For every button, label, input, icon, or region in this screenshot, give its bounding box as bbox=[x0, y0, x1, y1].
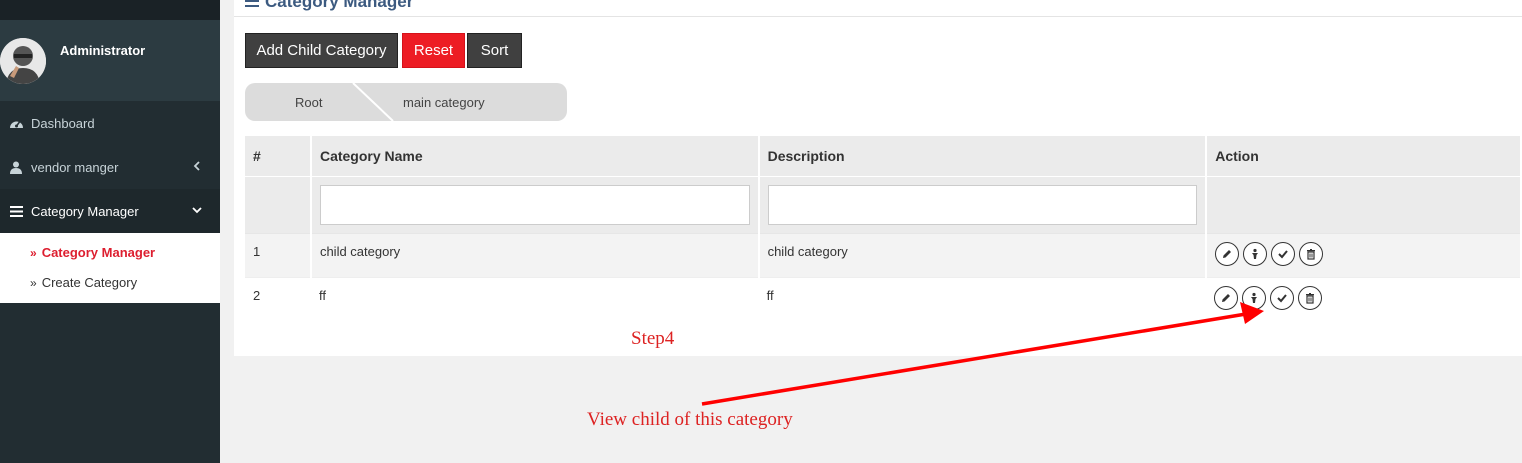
avatar bbox=[0, 38, 46, 84]
reset-button[interactable]: Reset bbox=[402, 33, 465, 68]
category-name-cell: child category bbox=[310, 232, 760, 277]
row-number: 2 bbox=[245, 276, 311, 321]
column-header: # bbox=[245, 136, 312, 176]
edit-icon[interactable] bbox=[1214, 285, 1239, 310]
user-panel: Administrator bbox=[0, 20, 220, 101]
submenu-item-label: Category Manager bbox=[41, 245, 156, 260]
submenu-item-create-category[interactable]: » Create Category bbox=[30, 275, 137, 290]
description-filter-input[interactable] bbox=[767, 184, 1198, 225]
step-annotation: Step4 bbox=[631, 328, 675, 349]
edit-icon[interactable] bbox=[1215, 241, 1240, 266]
sidebar-item-dashboard[interactable]: Dashboard bbox=[0, 101, 220, 145]
column-header[interactable]: Description bbox=[758, 136, 1208, 176]
user-name: Administrator bbox=[60, 43, 146, 58]
table-row: 1 child category child category bbox=[245, 232, 1522, 277]
sidebar: Administrator Dashboard vendor manger Ca… bbox=[0, 0, 220, 463]
description-cell: ff bbox=[758, 276, 1207, 321]
sidebar-item-category-manager[interactable]: Category Manager bbox=[0, 189, 220, 233]
page-title: Category Manager bbox=[245, 0, 413, 12]
filter-row bbox=[245, 175, 1522, 233]
list-icon bbox=[245, 0, 259, 12]
breadcrumb: Root main category bbox=[245, 83, 567, 121]
delete-icon[interactable] bbox=[1299, 241, 1324, 266]
chevron-down-icon bbox=[190, 203, 204, 217]
category-table: # Category Name Description Action 1 chi… bbox=[245, 136, 1522, 321]
sidebar-header bbox=[0, 0, 220, 20]
note-annotation: View child of this category bbox=[587, 409, 793, 430]
description-cell: child category bbox=[758, 232, 1208, 277]
approve-icon[interactable] bbox=[1271, 241, 1296, 266]
table-header-row: # Category Name Description Action bbox=[245, 136, 1522, 176]
filter-cell bbox=[758, 175, 1208, 233]
category-name-filter-input[interactable] bbox=[319, 184, 750, 225]
table-row: 2 ff ff bbox=[245, 276, 1521, 321]
sidebar-item-label: vendor manger bbox=[31, 159, 119, 175]
add-child-category-button[interactable]: Add Child Category bbox=[245, 33, 398, 68]
filter-cell bbox=[1206, 175, 1522, 233]
submenu-item-label: Create Category bbox=[41, 275, 138, 290]
breadcrumb-root[interactable]: Root bbox=[295, 95, 322, 110]
sidebar-item-vendor-manager[interactable]: vendor manger bbox=[0, 145, 220, 189]
dashboard-icon bbox=[8, 115, 24, 131]
submenu-item-category-manager[interactable]: » Category Manager bbox=[30, 245, 155, 260]
category-submenu: » Category Manager » Create Category bbox=[0, 233, 220, 303]
row-number: 1 bbox=[245, 232, 312, 277]
breadcrumb-main-category[interactable]: main category bbox=[403, 95, 485, 110]
chevron-left-icon bbox=[190, 159, 204, 173]
sort-button[interactable]: Sort bbox=[467, 33, 522, 68]
view-children-icon[interactable] bbox=[1242, 285, 1267, 310]
filter-cell bbox=[245, 175, 312, 233]
user-icon bbox=[8, 159, 24, 175]
action-cell bbox=[1206, 276, 1521, 321]
page-title-text: Category Manager bbox=[265, 0, 414, 11]
approve-icon[interactable] bbox=[1270, 285, 1295, 310]
sidebar-item-label: Dashboard bbox=[31, 115, 95, 131]
filter-cell bbox=[310, 175, 760, 233]
column-header: Action bbox=[1206, 136, 1522, 176]
double-chevron-icon: » bbox=[30, 275, 37, 290]
title-divider bbox=[234, 16, 1522, 17]
view-children-icon[interactable] bbox=[1243, 241, 1268, 266]
double-chevron-icon: » bbox=[30, 245, 37, 260]
category-name-cell: ff bbox=[310, 276, 759, 321]
action-cell bbox=[1206, 232, 1522, 277]
sidebar-item-label: Category Manager bbox=[31, 203, 139, 219]
bars-icon bbox=[8, 203, 24, 219]
column-header[interactable]: Category Name bbox=[310, 136, 760, 176]
delete-icon[interactable] bbox=[1298, 285, 1323, 310]
